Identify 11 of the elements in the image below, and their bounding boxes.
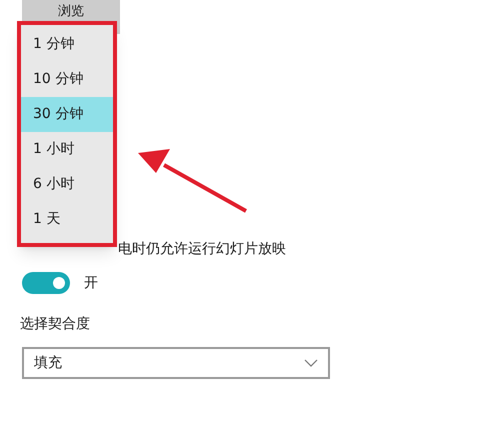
dropdown-option[interactable]: 1 小时 (21, 132, 113, 167)
toggle-switch[interactable] (22, 272, 70, 294)
chevron-down-icon (304, 359, 318, 367)
fit-select[interactable]: 填充 (22, 347, 330, 379)
dropdown-option[interactable]: 6 小时 (21, 167, 113, 202)
setting-label: 电时仍允许运行幻灯片放映 (118, 240, 286, 259)
toggle-state-label: 开 (84, 274, 98, 292)
fit-label: 选择契合度 (20, 315, 90, 334)
dropdown-option[interactable]: 10 分钟 (21, 62, 113, 97)
dropdown-option[interactable]: 1 天 (21, 202, 113, 237)
dropdown-option[interactable]: 30 分钟 (21, 97, 113, 132)
